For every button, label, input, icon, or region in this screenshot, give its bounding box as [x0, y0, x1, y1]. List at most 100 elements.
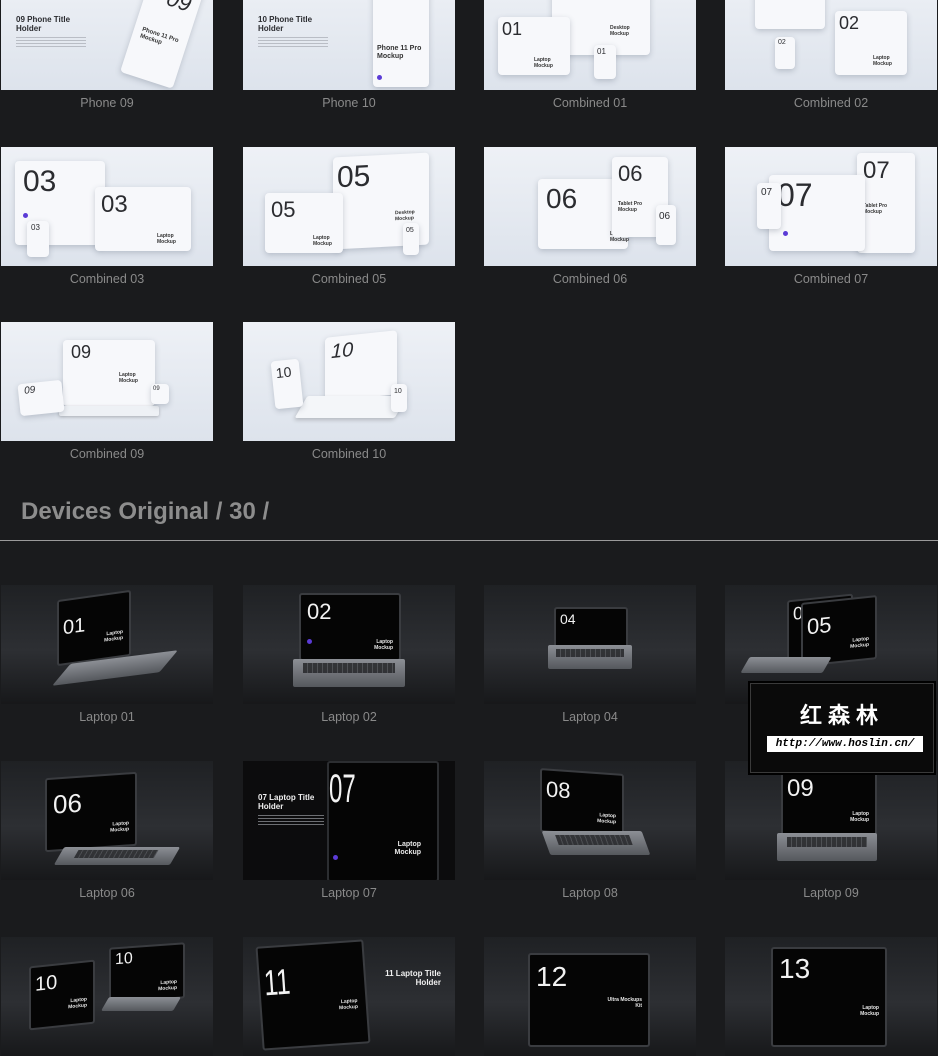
thumbnail-combined-02[interactable]: 02 02 Laptop Mockup 02	[725, 0, 937, 90]
desktop-label: Desktop Mockup	[395, 209, 415, 223]
thumbnail-combined-10[interactable]: 10 10 10	[243, 322, 455, 441]
tile-phone-09[interactable]: 09 Phone Title Holder 09 Phone 11 Pro Mo…	[1, 0, 213, 110]
thumbnail-combined-09[interactable]: 09 Laptop Mockup 09 09	[1, 322, 213, 441]
tile-laptop-09[interactable]: 09 Laptop Mockup Laptop 09	[725, 761, 937, 900]
laptop-mockup: 07	[769, 175, 865, 251]
tile-laptop-07[interactable]: 07 Laptop Title Holder 07 Laptop Mockup …	[243, 761, 455, 900]
thumb-number: 10	[274, 363, 293, 382]
thumbnail-laptop-07[interactable]: 07 Laptop Title Holder 07 Laptop Mockup	[243, 761, 455, 880]
thumbnail-phone-09[interactable]: 09 Phone Title Holder 09 Phone 11 Pro Mo…	[1, 0, 213, 90]
thumbnail-laptop-02[interactable]: 02 Laptop Mockup	[243, 585, 455, 704]
keyboard	[303, 663, 395, 673]
tile-caption: Combined 05	[311, 272, 387, 286]
laptop-base	[541, 831, 651, 855]
thumbnail-combined-03[interactable]: 03 03 Laptop Mockup 03	[1, 147, 213, 266]
phone-mockup: 02	[775, 37, 795, 69]
tile-phone-10[interactable]: 10 Phone Title Holder Phone 11 Pro Mocku…	[243, 0, 455, 110]
thumbnail-laptop-09[interactable]: 09 Laptop Mockup	[725, 761, 937, 880]
tile-caption: Laptop 09	[803, 886, 859, 900]
tile-laptop-10[interactable]: 10 Laptop Mockup 10 Laptop Mockup	[1, 937, 213, 1056]
thumbnail-laptop-06[interactable]: 06 Laptop Mockup	[1, 761, 213, 880]
thumbnail-combined-07[interactable]: 07 Tablet Pro Mockup 07 07	[725, 147, 937, 266]
thumbnail-laptop-13[interactable]: 13 Laptop Mockup	[725, 937, 937, 1056]
tile-laptop-06[interactable]: 06 Laptop Mockup Laptop 06	[1, 761, 213, 900]
thumb-number: 07	[863, 157, 890, 184]
thumb-number: 10	[394, 388, 402, 395]
tile-caption: Combined 07	[793, 272, 869, 286]
thumb-number: 09	[163, 0, 195, 17]
laptop-screen-back: 10 Laptop Mockup	[29, 959, 95, 1031]
thumb-number: 09	[23, 384, 36, 397]
thumb-number: 07	[329, 767, 356, 811]
tile-combined-09[interactable]: 09 Laptop Mockup 09 09 Combined 09	[1, 322, 213, 461]
tile-laptop-08[interactable]: 08 Laptop Mockup Laptop 08	[484, 761, 696, 900]
thumb-number: 01	[556, 0, 578, 2]
laptop-label: Laptop Mockup	[68, 996, 87, 1011]
tile-combined-07[interactable]: 07 Tablet Pro Mockup 07 07 Combined 07	[725, 147, 937, 286]
thumbnail-laptop-08[interactable]: 08 Laptop Mockup	[484, 761, 696, 880]
laptop-screen: 01 Laptop Mockup	[57, 589, 131, 667]
thumbnail-laptop-04[interactable]: 04	[484, 585, 696, 704]
tablet-mockup: 07 Tablet Pro Mockup	[857, 153, 915, 253]
tile-laptop-02[interactable]: 02 Laptop Mockup Laptop 02	[243, 585, 455, 724]
laptop-label: Laptop Mockup	[597, 812, 616, 826]
tablet-mockup: 10	[270, 358, 304, 410]
tile-laptop-01[interactable]: 01 Laptop Mockup Laptop 01	[1, 585, 213, 724]
thumbnail-laptop-12[interactable]: 12 Ultra Mockups Kit	[484, 937, 696, 1056]
thumb-number: 05	[807, 611, 832, 640]
brand-dot-icon	[783, 231, 788, 236]
tile-caption: Combined 10	[311, 447, 387, 461]
phone-mockup: 05	[403, 223, 419, 255]
laptop-base	[53, 847, 181, 865]
tile-caption: Combined 09	[69, 447, 145, 461]
desktop-mockup: 10	[325, 330, 397, 402]
tile-combined-10[interactable]: 10 10 10 Combined 10	[243, 322, 455, 461]
watermark-title: 红森林	[799, 703, 884, 728]
thumbnail-combined-05[interactable]: 05 Desktop Mockup 05 Laptop Mockup 05	[243, 147, 455, 266]
laptop-base	[59, 406, 159, 416]
section-title: Devices Original / 30 /	[21, 498, 270, 525]
tablet-label: Tablet Pro Mockup	[863, 203, 888, 215]
thumbnail-combined-01[interactable]: 01 Desktop Mockup 01 Laptop Mockup 01	[484, 0, 696, 90]
thumb-number: 08	[546, 776, 571, 804]
tile-laptop-13[interactable]: 13 Laptop Mockup	[725, 937, 937, 1056]
thumb-number: 02	[307, 599, 332, 624]
tile-laptop-12[interactable]: 12 Ultra Mockups Kit	[484, 937, 696, 1056]
laptop-mockup: 03 Laptop Mockup	[95, 187, 191, 251]
tile-laptop-04[interactable]: 04 Laptop 04	[484, 585, 696, 724]
thumb-number: 10	[331, 338, 354, 364]
brand-dot-icon	[23, 213, 28, 218]
thumbnail-combined-06[interactable]: 06 Laptop Mockup 06 Tablet Pro Mockup 06	[484, 147, 696, 266]
tile-laptop-11[interactable]: 11 Laptop Mockup 11 Laptop Title Holder	[243, 937, 455, 1056]
laptop-label: Laptop Mockup	[110, 820, 129, 834]
keyboard	[787, 837, 867, 847]
laptop-label: Laptop Mockup	[374, 639, 393, 651]
thumb-number: 04	[560, 611, 576, 627]
thumb-number: 05	[406, 227, 414, 234]
laptop-label: Laptop Mockup	[850, 811, 869, 823]
tile-combined-02[interactable]: 02 02 Laptop Mockup 02 Combined 02	[725, 0, 937, 110]
laptop-screen: 11 Laptop Mockup	[255, 939, 371, 1051]
thumbnail-laptop-11[interactable]: 11 Laptop Mockup 11 Laptop Title Holder	[243, 937, 455, 1056]
phone-label: Phone 11 Pro Mockup	[377, 45, 422, 60]
tile-combined-03[interactable]: 03 03 Laptop Mockup 03 Combined 03	[1, 147, 213, 286]
laptop-mockup: 02 Laptop Mockup	[835, 11, 907, 75]
laptop-mockup: 01 Laptop Mockup	[498, 17, 570, 75]
thumb-title: 10 Phone Title Holder	[258, 15, 313, 33]
laptop-screen: 02 Laptop Mockup	[299, 593, 401, 661]
laptop-screen: 07 Laptop Mockup	[327, 761, 439, 880]
laptop-base	[293, 659, 405, 687]
tablet-label: Tablet Pro Mockup	[618, 201, 643, 213]
thumbnail-phone-10[interactable]: 10 Phone Title Holder Phone 11 Pro Mocku…	[243, 0, 455, 90]
phone-mockup: Phone 11 Pro Mockup	[373, 0, 429, 87]
thumbnail-laptop-01[interactable]: 01 Laptop Mockup	[1, 585, 213, 704]
thumb-text-lines	[258, 815, 324, 827]
thumbnail-laptop-10[interactable]: 10 Laptop Mockup 10 Laptop Mockup	[1, 937, 213, 1056]
tile-combined-05[interactable]: 05 Desktop Mockup 05 Laptop Mockup 05 Co…	[243, 147, 455, 286]
keyboard	[555, 835, 633, 845]
tile-caption: Laptop 01	[79, 710, 135, 724]
watermark-url: http://www.hoslin.cn/	[767, 736, 923, 752]
thumb-number: 03	[101, 191, 128, 218]
tile-combined-06[interactable]: 06 Laptop Mockup 06 Tablet Pro Mockup 06…	[484, 147, 696, 286]
tile-combined-01[interactable]: 01 Desktop Mockup 01 Laptop Mockup 01 Co…	[484, 0, 696, 110]
